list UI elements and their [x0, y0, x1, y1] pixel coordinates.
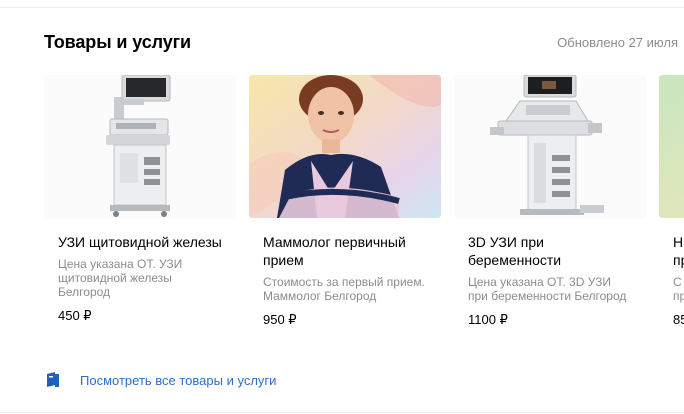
cards-carousel[interactable]: УЗИ щитовидной железы Цена указана ОТ. У…	[44, 75, 684, 345]
all-products-link[interactable]: Посмотреть все товары и услуги	[46, 370, 276, 390]
product-description: Цена указана ОТ. УЗИ щитовидной железы Б…	[58, 257, 183, 299]
product-image[interactable]	[44, 75, 236, 218]
doctor-photo-image	[249, 75, 441, 218]
product-description: Цена указана ОТ. 3D УЗИ при беременности…	[468, 275, 627, 303]
product-description: С пр	[673, 275, 684, 303]
product-title[interactable]: 3D УЗИ при беременности	[454, 233, 639, 269]
partial-image	[659, 75, 684, 218]
product-image[interactable]	[249, 75, 441, 218]
section-header: Товары и услуги Обновлено 27 июля	[44, 32, 684, 56]
bottom-divider	[0, 412, 684, 413]
product-card[interactable]: Маммолог первичный прием Стоимость за пе…	[249, 75, 441, 328]
product-title[interactable]: Маммолог первичный прием	[249, 233, 434, 269]
top-divider	[0, 7, 684, 8]
updated-date: Обновлено 27 июля	[557, 35, 678, 50]
product-card-partial[interactable]: Н пр С пр 85	[659, 75, 684, 327]
product-price: 85	[673, 312, 684, 327]
product-card[interactable]: УЗИ щитовидной железы Цена указана ОТ. У…	[44, 75, 236, 324]
product-price: 450 ₽	[58, 308, 92, 323]
all-products-link-label[interactable]: Посмотреть все товары и услуги	[80, 373, 276, 388]
product-image[interactable]	[659, 75, 684, 218]
product-title[interactable]: УЗИ щитовидной железы	[44, 233, 229, 251]
section-title: Товары и услуги	[44, 32, 191, 52]
product-card[interactable]: 3D УЗИ при беременности Цена указана ОТ.…	[454, 75, 646, 328]
product-price: 1100 ₽	[468, 312, 508, 327]
ultrasound-machine-image	[44, 75, 236, 218]
ultrasound-machine-image	[454, 75, 646, 218]
book-icon	[47, 372, 59, 387]
product-description: Стоимость за первый прием. Маммолог Белг…	[263, 275, 425, 303]
product-price: 950 ₽	[263, 312, 297, 327]
product-image[interactable]	[454, 75, 646, 218]
product-title[interactable]: Н пр	[659, 233, 684, 269]
